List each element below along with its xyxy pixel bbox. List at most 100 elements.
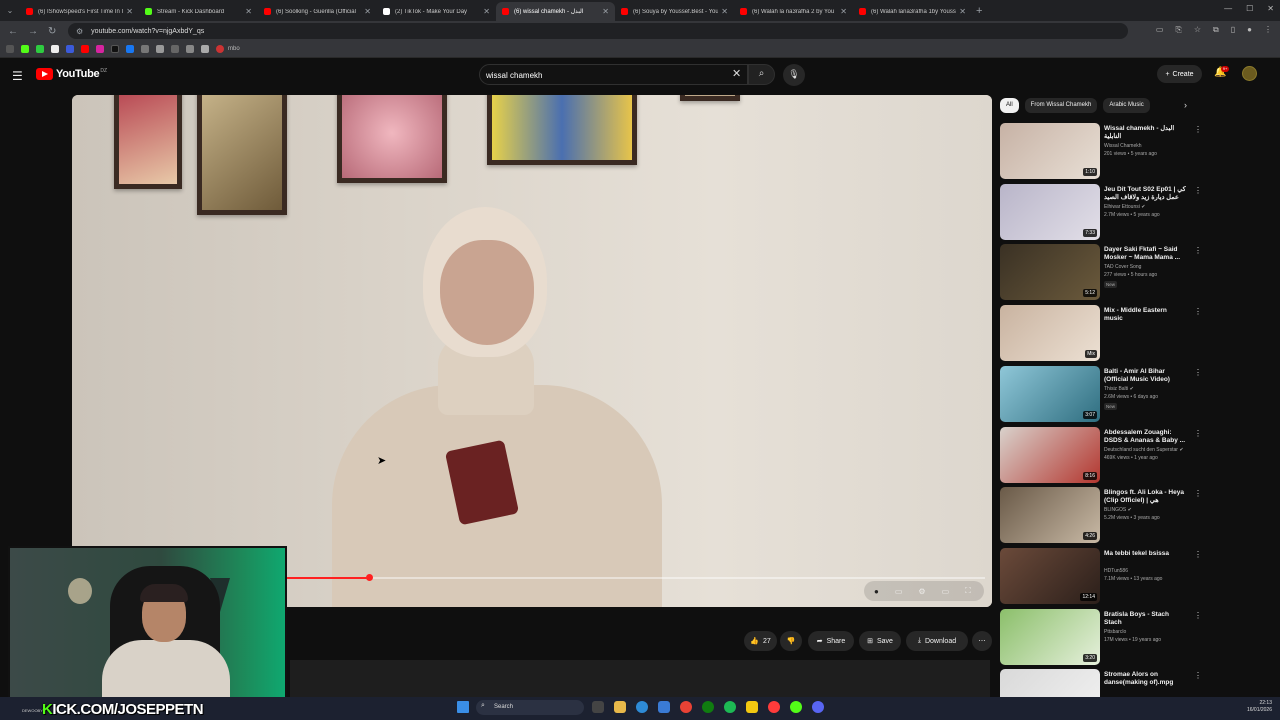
menu-icon[interactable]: ⋮: [1264, 25, 1272, 35]
minimize-icon[interactable]: —: [1224, 4, 1232, 13]
tab-close-icon[interactable]: ✕: [721, 7, 728, 16]
video-thumbnail[interactable]: 3:07: [1000, 365, 1100, 422]
video-title[interactable]: Blingos ft. Ali Loka - Heya (Clip Offici…: [1104, 489, 1186, 505]
kick-bookmark-icon[interactable]: [21, 45, 29, 53]
recommended-video[interactable]: 8:16 Abdessalem Zouaghi: DSDS & Ananas & …: [1000, 426, 1202, 485]
recommended-video[interactable]: 7:33 Jeu Dit Tout S02 Ep01 | كي عمل ديارة…: [1000, 183, 1202, 242]
bookmark-icon[interactable]: [66, 45, 74, 53]
captions-icon[interactable]: ▭: [895, 587, 903, 596]
tab-close-icon[interactable]: ✕: [126, 7, 133, 16]
more-options-icon[interactable]: ⋮: [1194, 550, 1202, 559]
new-tab-icon[interactable]: +: [976, 5, 982, 17]
tab-close-icon[interactable]: ✕: [959, 7, 966, 16]
bookmark-icon[interactable]: [216, 45, 224, 53]
forward-icon[interactable]: →: [28, 26, 40, 37]
autoplay-toggle-icon[interactable]: ●: [874, 587, 879, 596]
recommended-video[interactable]: 1:10 Wissal chamekh - البدل النابلية Wissa…: [1000, 123, 1202, 181]
taskbar-clock[interactable]: 22:13 16/01/2026: [1238, 700, 1272, 714]
search-input[interactable]: wissal chamekh: [479, 64, 748, 85]
site-info-icon[interactable]: ⚙: [76, 27, 83, 36]
browser-tab[interactable]: (6) Soolking - Guerilla (Official ✕: [258, 2, 377, 21]
more-actions-button[interactable]: ⋯: [972, 631, 992, 651]
tab-close-icon[interactable]: ✕: [602, 7, 609, 16]
chevron-right-icon[interactable]: ›: [1184, 100, 1187, 110]
video-thumbnail[interactable]: 3:20: [1000, 608, 1100, 665]
taskbar-search[interactable]: Search: [476, 700, 584, 715]
video-thumbnail[interactable]: 5:12: [1000, 244, 1100, 301]
more-options-icon[interactable]: ⋮: [1194, 307, 1202, 316]
task-view-icon[interactable]: [592, 701, 604, 713]
discord-icon[interactable]: [812, 701, 824, 713]
windows-start-icon[interactable]: [457, 701, 469, 713]
cast-icon[interactable]: ▭: [1156, 25, 1164, 35]
channel-name[interactable]: Wissal Chamekh: [1104, 143, 1194, 149]
channel-name[interactable]: Elhiwar Ettounsi ✔: [1104, 204, 1194, 210]
bookmark-icon[interactable]: [156, 45, 164, 53]
filter-chip[interactable]: From Wissal Chamekh: [1024, 98, 1098, 113]
app-icon[interactable]: [790, 701, 802, 713]
channel-name[interactable]: TAD Cover Song: [1104, 264, 1194, 270]
download-button[interactable]: ⤓ Download: [906, 631, 968, 651]
browser-tab[interactable]: (6) Souya by Youssef.Best - You ✕: [615, 2, 734, 21]
edge-icon[interactable]: [636, 701, 648, 713]
search-button[interactable]: ⌕: [748, 64, 775, 85]
xbox-icon[interactable]: [702, 701, 714, 713]
description-box[interactable]: [290, 660, 990, 700]
recommended-video[interactable]: 4:26 Blingos ft. Ali Loka - Heya (Clip Of…: [1000, 487, 1202, 545]
recommended-video[interactable]: Mix Mix - Middle Eastern music ⋮: [1000, 305, 1202, 363]
guide-menu-icon[interactable]: ☰: [12, 69, 23, 83]
spotify-icon[interactable]: [724, 701, 736, 713]
video-title[interactable]: Bratisla Boys - Stach Stach: [1104, 611, 1186, 627]
store-icon[interactable]: [658, 701, 670, 713]
channel-name[interactable]: Pttsbarclo: [1104, 629, 1194, 635]
profile-icon[interactable]: ●: [1247, 25, 1252, 35]
apps-icon[interactable]: [6, 45, 14, 53]
more-options-icon[interactable]: ⋮: [1194, 671, 1202, 680]
video-title[interactable]: Jeu Dit Tout S02 Ep01 | كي عمل ديارة زيد…: [1104, 186, 1186, 202]
filter-chip[interactable]: Arabic Music: [1103, 98, 1150, 113]
facebook-bookmark-icon[interactable]: [126, 45, 134, 53]
recommended-video[interactable]: 5:12 Dayer Saki Fktafi ~ Said Mosker ~ Ma…: [1000, 244, 1202, 302]
voice-search-button[interactable]: 🎙: [783, 64, 805, 86]
video-title[interactable]: Wissal chamekh - البدل النابلية: [1104, 125, 1186, 141]
create-button[interactable]: + Create: [1157, 65, 1202, 83]
channel-name[interactable]: Thisiz Balti ✔: [1104, 386, 1194, 392]
back-icon[interactable]: ←: [8, 26, 20, 37]
chrome-icon[interactable]: [680, 701, 692, 713]
more-options-icon[interactable]: ⋮: [1194, 125, 1202, 134]
file-explorer-icon[interactable]: [614, 701, 626, 713]
bookmark-label[interactable]: mbo: [228, 46, 240, 52]
more-options-icon[interactable]: ⋮: [1194, 368, 1202, 377]
bookmark-icon[interactable]: [186, 45, 194, 53]
video-thumbnail[interactable]: 7:33: [1000, 183, 1100, 240]
account-avatar[interactable]: [1242, 66, 1257, 81]
browser-tab[interactable]: (6) Walah lana3rafha 1by Yousse ✕: [853, 2, 972, 21]
browser-tab[interactable]: Stream - Kick Dashboard ✕: [139, 2, 258, 21]
sidebar-icon[interactable]: ▯: [1231, 25, 1235, 35]
bookmark-icon[interactable]: [141, 45, 149, 53]
clear-search-icon[interactable]: ✕: [732, 67, 741, 80]
video-title[interactable]: Stromae Alors on danse(making of).mpg: [1104, 671, 1186, 687]
tab-close-icon[interactable]: ✕: [364, 7, 371, 16]
dislike-button[interactable]: 👎: [780, 631, 802, 651]
video-thumbnail[interactable]: 1:10: [1000, 123, 1100, 179]
youtube-bookmark-icon[interactable]: [81, 45, 89, 53]
play-bookmark-icon[interactable]: [36, 45, 44, 53]
theater-mode-icon[interactable]: ▭: [942, 587, 950, 596]
channel-name[interactable]: HDTun586: [1104, 568, 1194, 574]
filter-chip[interactable]: All: [1000, 98, 1019, 113]
more-options-icon[interactable]: ⋮: [1194, 611, 1202, 620]
translate-icon[interactable]: ⎘: [1175, 25, 1181, 35]
recommended-video[interactable]: 3:20 Bratisla Boys - Stach Stach Pttsbarcl…: [1000, 608, 1202, 667]
more-options-icon[interactable]: ⋮: [1194, 489, 1202, 498]
tab-search-icon[interactable]: ⌄: [0, 6, 20, 15]
maximize-icon[interactable]: ☐: [1246, 4, 1253, 13]
extensions-icon[interactable]: ⧉: [1213, 25, 1219, 35]
fullscreen-icon[interactable]: ⛶: [965, 586, 971, 596]
tab-close-icon[interactable]: ✕: [840, 7, 847, 16]
settings-icon[interactable]: ⚙: [918, 587, 925, 596]
video-title[interactable]: Abdessalem Zouaghi: DSDS & Ananas & Baby…: [1104, 429, 1186, 445]
bookmark-icon[interactable]: [171, 45, 179, 53]
video-title[interactable]: Ma tebbi tekel bsissa: [1104, 550, 1186, 558]
tab-close-icon[interactable]: ✕: [245, 7, 252, 16]
